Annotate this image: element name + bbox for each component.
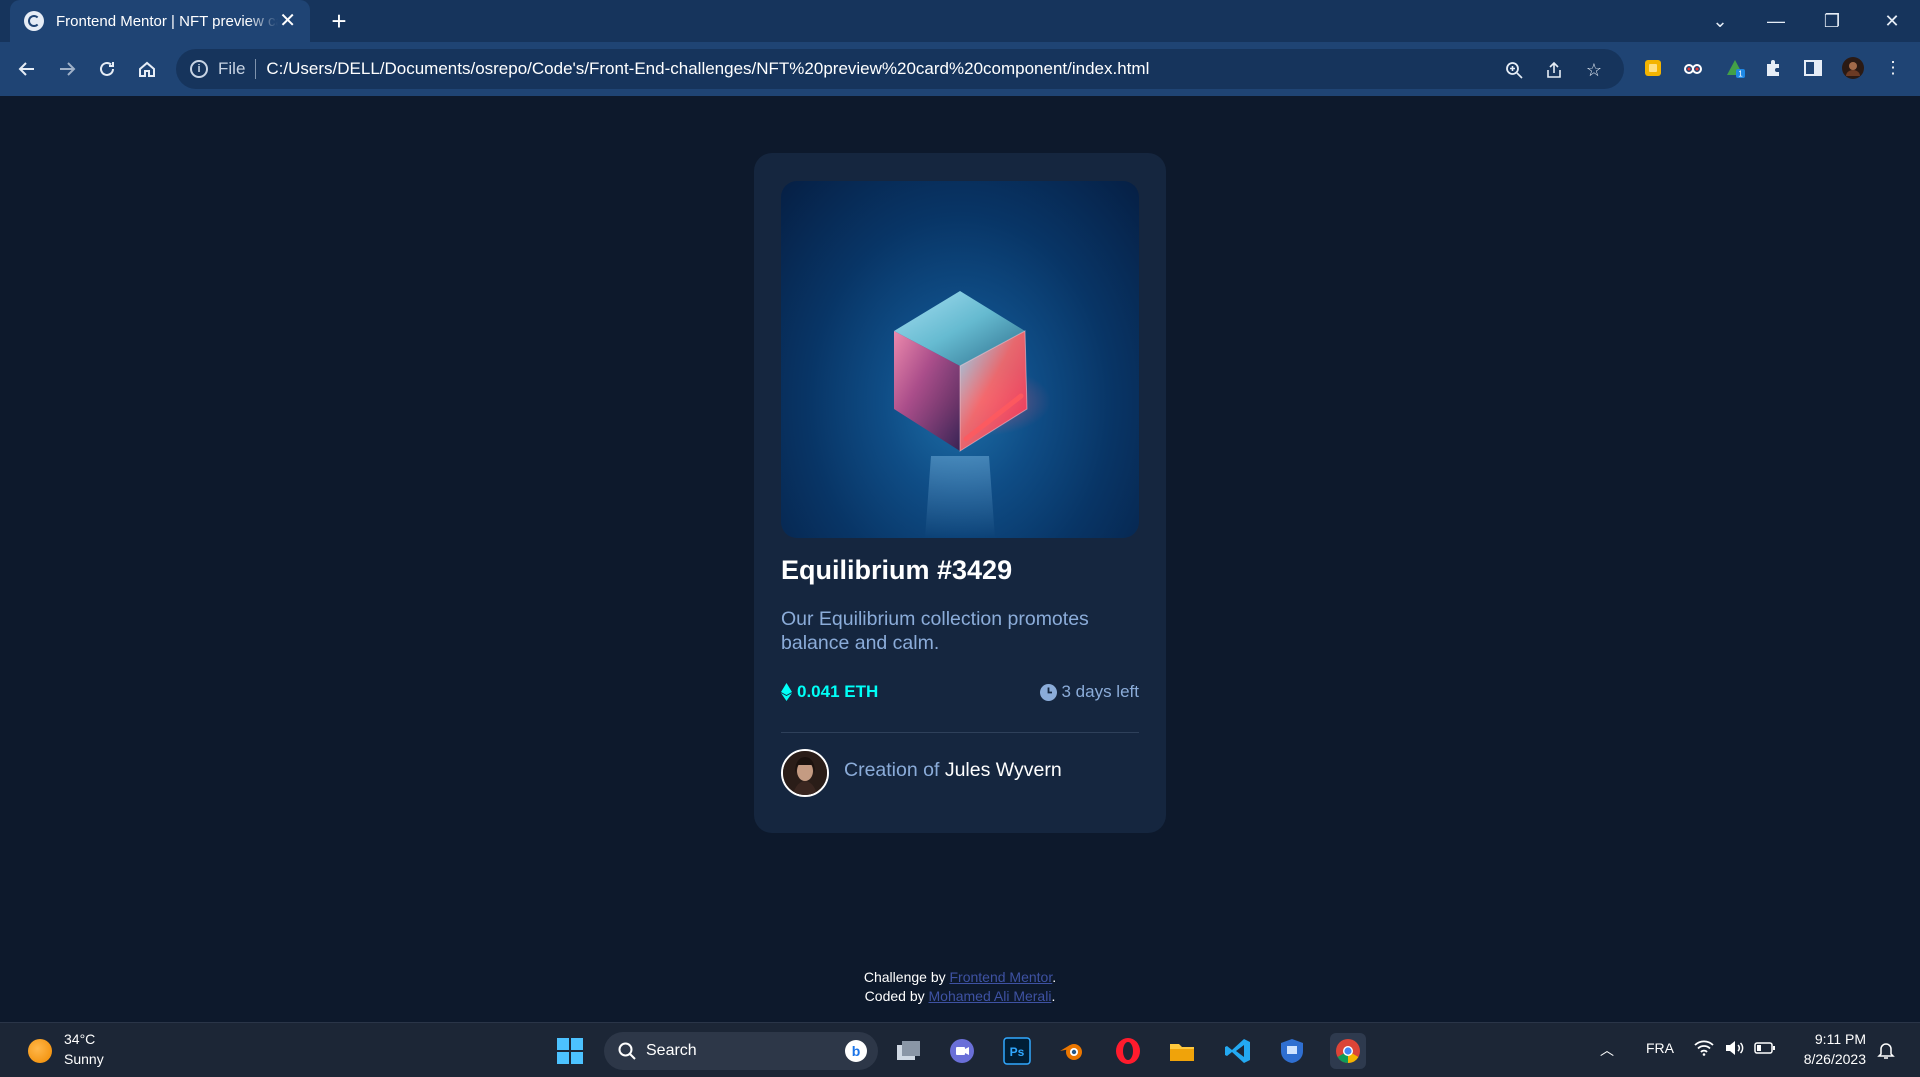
site-info-icon[interactable]: i (190, 60, 208, 78)
reload-button[interactable] (90, 52, 124, 86)
minimize-window-button[interactable]: ― (1748, 0, 1804, 42)
time-left-value: 3 days left (1061, 682, 1140, 701)
profile-avatar-icon[interactable] (1840, 55, 1866, 81)
creator-line: Creation of Jules Wyvern (844, 759, 1062, 782)
notification-bell-icon[interactable] (1876, 1040, 1896, 1063)
forward-arrow-icon (60, 62, 76, 76)
windows-taskbar: 34°C Sunny Search b Ps ︿ FRA 9:11 PM 8/2… (0, 1022, 1920, 1077)
volume-icon[interactable] (1724, 1040, 1744, 1059)
task-view-icon[interactable] (890, 1033, 926, 1069)
search-label: Search (646, 1042, 697, 1059)
vscode-icon[interactable] (1220, 1033, 1256, 1069)
attribution: Challenge by Frontend Mentor. Coded by M… (0, 968, 1920, 1006)
ethereum-icon (781, 683, 792, 701)
taskbar-time[interactable]: 9:11 PM (1815, 1031, 1866, 1047)
svg-text:1: 1 (1738, 70, 1743, 79)
nft-image[interactable] (781, 181, 1139, 538)
show-hidden-icons-chevron-icon[interactable]: ︿ (1600, 1040, 1614, 1060)
battery-icon[interactable] (1754, 1040, 1776, 1059)
sunny-weather-icon[interactable] (28, 1039, 52, 1063)
bookmark-star-icon[interactable]: ☆ (1582, 58, 1606, 82)
home-button[interactable] (130, 52, 164, 86)
browser-toolbar: i File C:/Users/DELL/Documents/osrepo/Co… (0, 42, 1920, 96)
weather-temperature[interactable]: 34°C (64, 1031, 95, 1047)
weather-description[interactable]: Sunny (64, 1051, 104, 1067)
svg-text:Ps: Ps (1010, 1045, 1025, 1059)
reload-icon (100, 61, 114, 76)
chrome-icon[interactable] (1330, 1033, 1366, 1069)
new-tab-button[interactable]: + (324, 6, 354, 36)
browser-menu-icon[interactable]: ⋮ (1880, 55, 1906, 81)
teams-chat-icon[interactable] (944, 1033, 980, 1069)
coded-by-label: Coded by (864, 988, 925, 1004)
creator-name-link[interactable]: Jules Wyvern (945, 759, 1062, 781)
extension-glasses-icon[interactable] (1680, 55, 1706, 81)
nft-title[interactable]: Equilibrium #3429 (781, 555, 1012, 586)
address-bar[interactable]: i File C:/Users/DELL/Documents/osrepo/Co… (176, 49, 1624, 89)
wifi-icon[interactable] (1694, 1040, 1714, 1059)
file-scheme-label: File (218, 59, 257, 79)
price-value: 0.041 ETH (797, 682, 879, 701)
share-icon[interactable] (1542, 58, 1566, 82)
home-icon (139, 61, 155, 77)
card-divider (781, 732, 1139, 733)
photoshop-icon[interactable]: Ps (999, 1033, 1035, 1069)
back-button[interactable] (10, 52, 44, 86)
taskbar-search-box[interactable]: Search b (604, 1032, 878, 1070)
security-app-icon[interactable] (1274, 1033, 1310, 1069)
side-panel-icon[interactable] (1800, 55, 1826, 81)
price-row: 0.041 ETH (781, 682, 878, 702)
extension-badge-icon[interactable]: 1 (1722, 55, 1748, 81)
attribution-line-challenge: Challenge by Frontend Mentor. (863, 969, 1057, 985)
restore-window-button[interactable]: ❐ (1804, 0, 1860, 42)
equilibrium-cube-image (894, 291, 1051, 538)
time-left-row: 3 days left (1039, 682, 1140, 702)
creator-prefix: Creation of (844, 759, 940, 781)
opera-icon[interactable] (1110, 1033, 1146, 1069)
input-language[interactable]: FRA (1646, 1040, 1674, 1056)
svg-text:b: b (852, 1043, 861, 1059)
extension-notes-icon[interactable] (1640, 55, 1666, 81)
frontend-mentor-link[interactable]: Frontend Mentor (950, 969, 1053, 985)
nft-preview-card: Equilibrium #3429 Our Equilibrium collec… (754, 153, 1166, 833)
close-window-button[interactable]: ✕ (1864, 0, 1920, 42)
zoom-icon[interactable] (1502, 58, 1526, 82)
tab-close-button[interactable]: ✕ (279, 11, 296, 31)
forward-button[interactable] (50, 52, 84, 86)
author-link[interactable]: Mohamed Ali Merali (929, 988, 1052, 1004)
browser-tab-strip: Frontend Mentor | NFT preview card compo… (0, 0, 1920, 42)
bing-chat-icon[interactable]: b (844, 1039, 868, 1063)
clock-icon (1039, 683, 1057, 701)
creator-avatar-image (783, 751, 827, 795)
blender-icon[interactable] (1054, 1033, 1090, 1069)
page-favicon-icon (24, 11, 44, 31)
taskbar-date[interactable]: 8/26/2023 (1804, 1051, 1866, 1067)
start-windows-icon[interactable] (552, 1033, 588, 1069)
tab-search-chevron-icon[interactable]: ⌄ (1692, 0, 1748, 42)
url-text[interactable]: C:/Users/DELL/Documents/osrepo/Code's/Fr… (266, 59, 1149, 79)
creator-avatar (781, 749, 829, 797)
extensions-puzzle-icon[interactable] (1760, 55, 1786, 81)
challenge-by-label: Challenge by (863, 969, 946, 985)
file-explorer-icon[interactable] (1164, 1033, 1200, 1069)
tab-title: Frontend Mentor | NFT preview card compo… (56, 12, 278, 30)
nft-description: Our Equilibrium collection promotes bala… (781, 608, 1089, 654)
attribution-line-coded: Coded by Mohamed Ali Merali. (864, 988, 1056, 1004)
browser-tab-active[interactable]: Frontend Mentor | NFT preview card compo… (10, 0, 310, 42)
search-icon (618, 1042, 636, 1060)
back-arrow-icon (18, 62, 34, 76)
